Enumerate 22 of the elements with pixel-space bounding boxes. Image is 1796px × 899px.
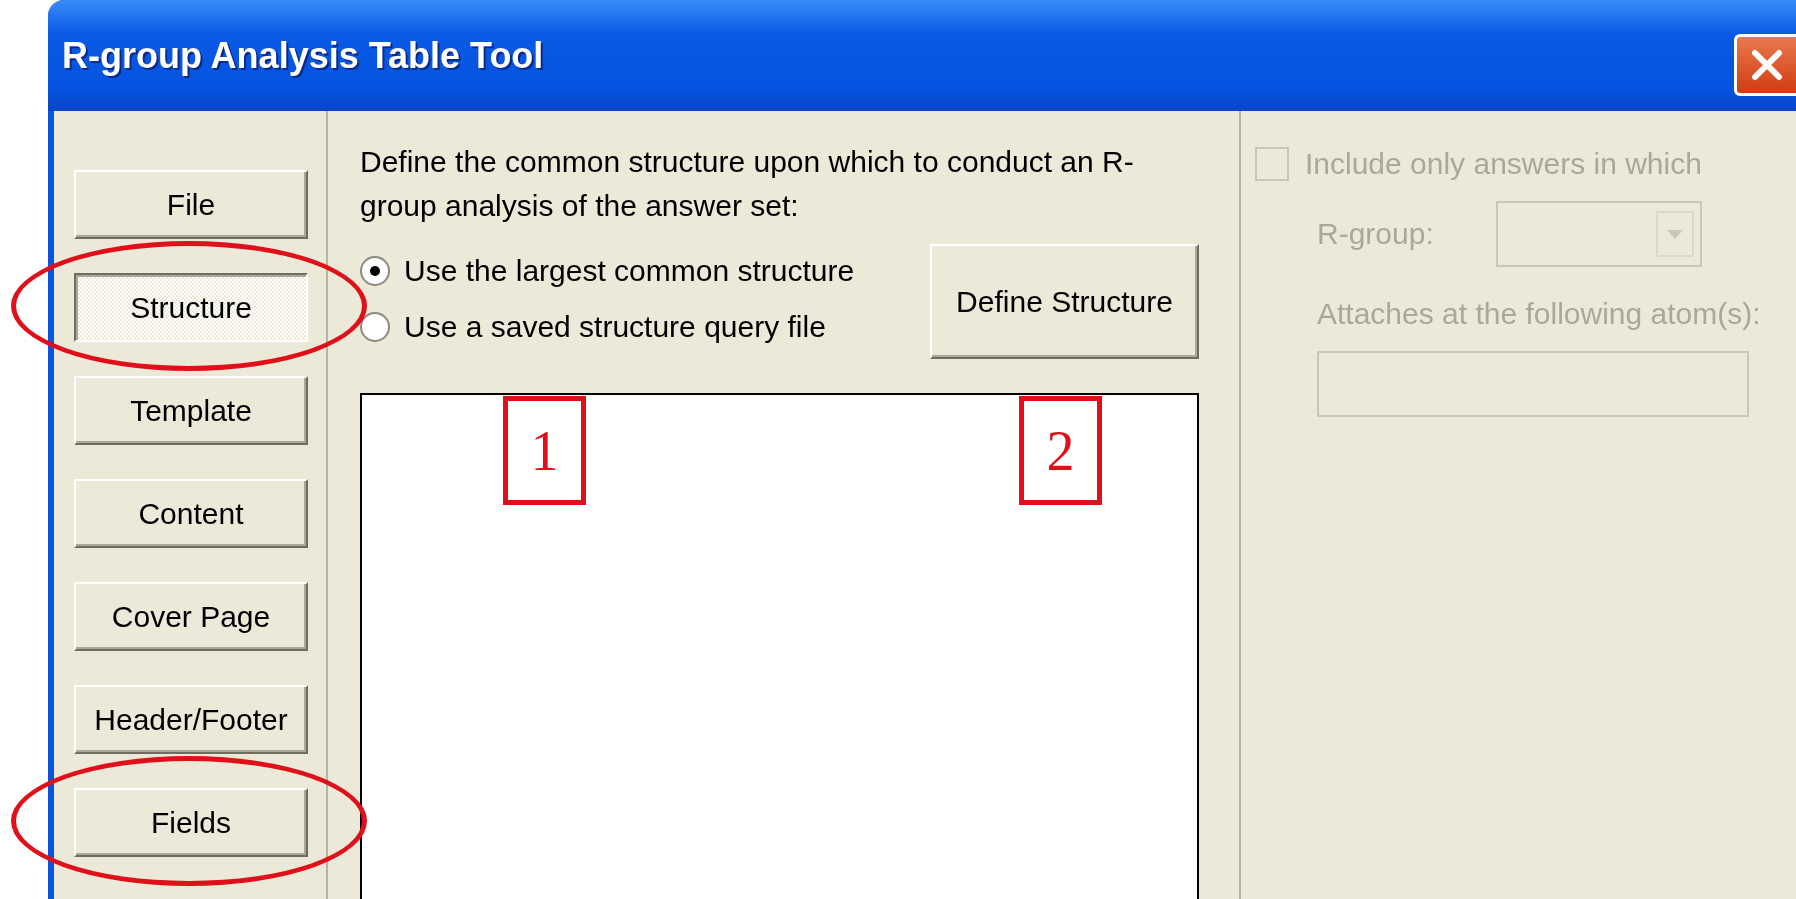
nav-button[interactable]: Fields bbox=[74, 788, 308, 857]
attach-label: Attaches at the following atom(s): bbox=[1317, 297, 1762, 331]
radio-label: Use a saved structure query file bbox=[404, 310, 826, 344]
caret-icon bbox=[1664, 228, 1685, 240]
nav-button[interactable]: Header/Footer bbox=[74, 685, 308, 754]
nav-button[interactable]: Cover Page bbox=[74, 582, 308, 651]
nav-button[interactable]: Structure bbox=[74, 273, 308, 342]
nav-button[interactable]: Content bbox=[74, 479, 308, 548]
nav-button[interactable]: Template bbox=[74, 376, 308, 445]
checkbox-label: Include only answers in which bbox=[1305, 147, 1702, 181]
close-button[interactable] bbox=[1734, 33, 1796, 96]
callout-label: 1 bbox=[503, 396, 586, 505]
nav-button[interactable]: File bbox=[74, 170, 308, 239]
radio-button[interactable] bbox=[360, 256, 390, 286]
window-title: R-group Analysis Table Tool bbox=[62, 34, 544, 77]
rgroup-label: R-group: bbox=[1317, 217, 1434, 251]
instruction-text: Define the common structure upon which to conduct an R-group analysis of the answer set: bbox=[360, 144, 1135, 224]
radio-button[interactable] bbox=[360, 312, 390, 342]
callout-label: 2 bbox=[1019, 396, 1102, 505]
radio-label: Use the largest common structure bbox=[404, 254, 855, 288]
define-structure-button[interactable]: Define Structure bbox=[930, 244, 1199, 359]
atom-input-field[interactable] bbox=[1317, 351, 1749, 417]
